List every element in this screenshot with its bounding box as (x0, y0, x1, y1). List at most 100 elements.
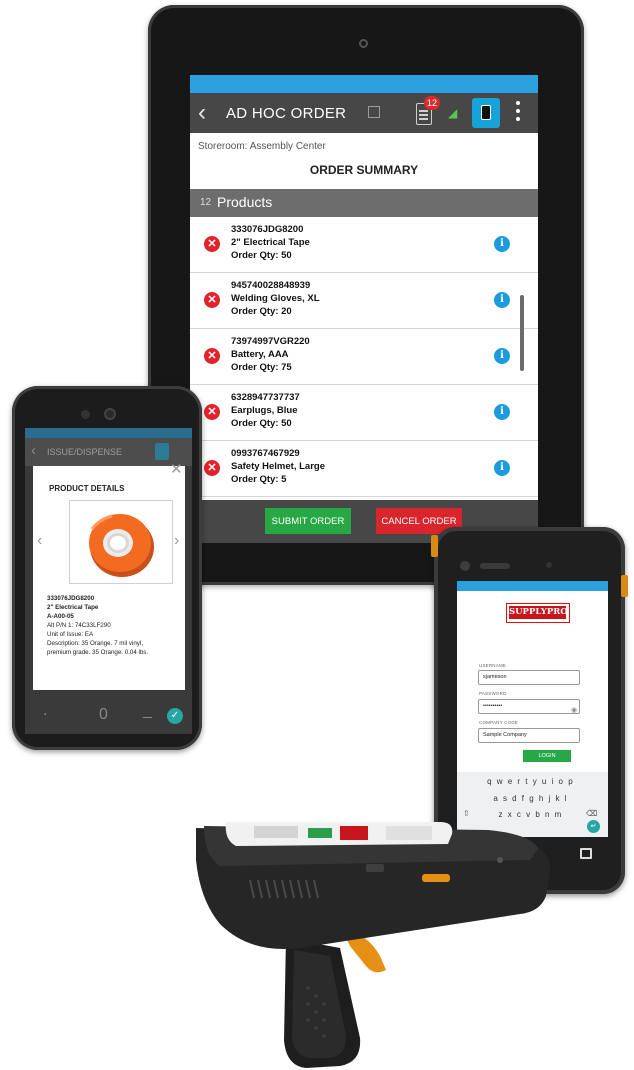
item-part-number: 73974997VGR220 (231, 336, 310, 347)
company-code-label: COMPANY CODE (479, 720, 518, 725)
list-item[interactable]: ✕ 333076JDG8200 2" Electrical Tape Order… (190, 217, 538, 273)
phone-camera (104, 408, 116, 420)
product-details: 333076JDG8200 2" Electrical Tape A-A00-0… (47, 594, 183, 657)
page-title: ISSUE/DISPENSE (47, 447, 123, 457)
order-summary-heading: ORDER SUMMARY (309, 163, 419, 177)
scrollbar[interactable] (520, 295, 524, 371)
list-item[interactable]: ✕ 945740028848939 Welding Gloves, XL Ord… (190, 273, 538, 329)
company-code-field[interactable]: Sample Company (478, 728, 580, 743)
remove-icon[interactable]: ✕ (204, 292, 220, 308)
dialog-title: PRODUCT DETAILS (49, 484, 125, 493)
item-text: 6328947737737 Earplugs, Blue Order Qty: … (231, 391, 300, 430)
chevron-left-icon[interactable]: ‹ (37, 532, 42, 550)
product-image (69, 500, 173, 584)
rugged-screen: SUPPLYPRO USERNAME sjameson PASSWORD •••… (457, 581, 608, 837)
item-name: Safety Helmet, Large (231, 461, 325, 472)
item-part-number: 0993767467929 (231, 448, 300, 459)
show-password-icon[interactable]: ◉ (571, 706, 577, 714)
back-chevron-icon[interactable]: ‹ (31, 442, 36, 459)
item-part-number: 333076JDG8200 (231, 224, 304, 235)
item-text: 333076JDG8200 2" Electrical Tape Order Q… (231, 223, 310, 262)
info-icon[interactable]: i (494, 348, 510, 364)
item-name: 2" Electrical Tape (231, 237, 310, 248)
products-label: Products (217, 194, 273, 210)
phone-sensor (81, 410, 90, 419)
page-title: AD HOC ORDER (226, 105, 347, 122)
info-icon[interactable]: i (494, 236, 510, 252)
detail-alt-pn: Alt P/N 1: 74C33LF290 (47, 622, 111, 629)
app-bar: ‹ ISSUE/DISPENSE (25, 438, 192, 466)
enter-icon[interactable]: ↵ (587, 820, 600, 833)
remove-icon[interactable]: ✕ (204, 460, 220, 476)
submit-order-button[interactable]: SUBMIT ORDER (265, 508, 351, 534)
item-part-number: 6328947737737 (231, 392, 300, 403)
detail-description-cont: premium grade. 35 Orange. 0.04 lbs. (47, 649, 149, 656)
item-text: 945740028848939 Welding Gloves, XL Order… (231, 279, 320, 318)
item-qty: Order Qty: 75 (231, 362, 292, 373)
status-bar (25, 428, 192, 438)
username-label: USERNAME (479, 663, 507, 668)
products-count: 12 (200, 197, 212, 208)
zero-key[interactable]: 0 (99, 706, 108, 724)
remove-icon[interactable]: ✕ (204, 236, 220, 252)
item-qty: Order Qty: 20 (231, 306, 292, 317)
info-icon[interactable]: i (494, 404, 510, 420)
password-field[interactable]: •••••••••• (478, 699, 580, 714)
handheld-scanner (196, 822, 551, 1068)
detail-unit: Unit of Issue: EA (47, 631, 94, 638)
info-icon[interactable]: i (494, 460, 510, 476)
phone-sensor (546, 562, 552, 568)
tablet-device: ‹ AD HOC ORDER 12 ◢ Storeroom: Assembly … (148, 5, 584, 585)
product-details-dialog: ✕ PRODUCT DETAILS ‹ › 333076JDG8200 2" E… (33, 461, 185, 690)
notification-badge: 12 (424, 96, 440, 110)
tablet-screen: ‹ AD HOC ORDER 12 ◢ Storeroom: Assembly … (190, 75, 538, 543)
item-part-number: 945740028848939 (231, 280, 311, 291)
chevron-right-icon[interactable]: › (174, 532, 179, 550)
device-icon[interactable] (155, 443, 169, 460)
login-button[interactable]: LOGIN (523, 750, 571, 762)
back-chevron-icon[interactable]: ‹ (198, 99, 206, 127)
item-qty: Order Qty: 50 (231, 250, 292, 261)
list-item[interactable]: ✕ 0993767467929 Safety Helmet, Large Ord… (190, 441, 538, 497)
detail-part-number: 333076JDG8200 (47, 595, 95, 602)
tape-roll-icon (89, 514, 154, 577)
bumper (431, 535, 438, 557)
detail-name: 2" Electrical Tape (47, 604, 99, 611)
close-icon[interactable]: ✕ (170, 460, 183, 478)
list-item[interactable]: ✕ 6328947737737 Earplugs, Blue Order Qty… (190, 385, 538, 441)
tablet-camera (359, 39, 368, 48)
item-qty: Order Qty: 5 (231, 474, 287, 485)
phone-camera (460, 561, 470, 571)
keyboard-strip: . 0 _ ✓ (25, 698, 192, 734)
detail-location: A-A00-05 (47, 613, 74, 620)
more-vertical-icon[interactable] (516, 101, 520, 125)
remove-icon[interactable]: ✕ (204, 404, 220, 420)
list-item[interactable]: ✕ 73974997VGR220 Battery, AAA Order Qty:… (190, 329, 538, 385)
info-icon[interactable]: i (494, 292, 510, 308)
check-icon[interactable]: ✓ (167, 708, 183, 724)
brand-logo: SUPPLYPRO (506, 603, 570, 623)
backspace-icon[interactable]: ⌫ (586, 809, 597, 818)
keyboard-row[interactable]: qwertyuiop (457, 777, 608, 786)
phone-speaker (480, 563, 510, 569)
phone-screen: ‹ ISSUE/DISPENSE ✕ PRODUCT DETAILS ‹ › 3 (25, 428, 192, 734)
bumper (621, 575, 628, 597)
item-name: Welding Gloves, XL (231, 293, 320, 304)
item-text: 0993767467929 Safety Helmet, Large Order… (231, 447, 325, 486)
square-icon[interactable] (368, 106, 380, 118)
device-icon[interactable] (472, 98, 500, 128)
underscore-key[interactable]: _ (143, 702, 152, 720)
smartphone-device: ‹ ISSUE/DISPENSE ✕ PRODUCT DETAILS ‹ › 3 (12, 386, 202, 750)
username-field[interactable]: sjameson (478, 670, 580, 685)
remove-icon[interactable]: ✕ (204, 348, 220, 364)
status-bar (457, 581, 608, 591)
logo-text: SUPPLYPRO (509, 606, 568, 619)
item-text: 73974997VGR220 Battery, AAA Order Qty: 7… (231, 335, 310, 374)
recents-nav-icon[interactable] (580, 848, 592, 859)
app-bar: ‹ AD HOC ORDER 12 ◢ (190, 93, 538, 133)
products-header: 12 Products (190, 189, 538, 217)
period-key[interactable]: . (43, 702, 47, 720)
item-qty: Order Qty: 50 (231, 418, 292, 429)
storeroom-label: Storeroom: Assembly Center (198, 141, 326, 152)
status-bar (190, 75, 538, 93)
